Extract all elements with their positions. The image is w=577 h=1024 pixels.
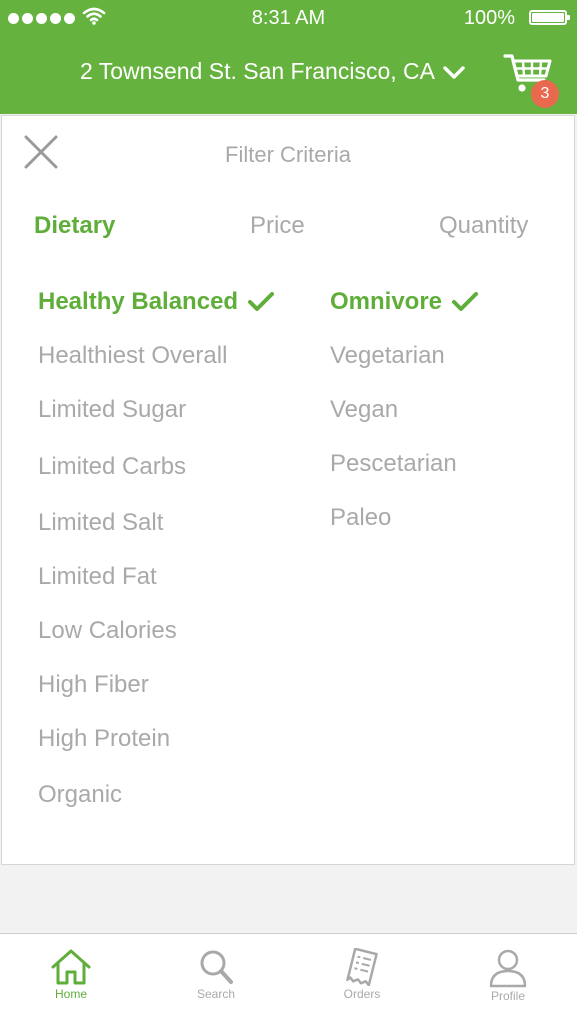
option-label: Limited Fat [38,563,157,590]
option-label: Limited Carbs [38,453,187,480]
option-label: Vegetarian [330,342,445,369]
home-icon [51,949,91,985]
option-label: Healthy Balanced [38,288,239,315]
search-icon [200,950,233,984]
chevron-down-icon [443,65,465,79]
option-label: High Fiber [38,671,149,698]
option-limited-fat[interactable]: Limited Fat [38,563,157,591]
battery-percent: 100% [463,7,515,29]
nav-home[interactable]: Home [31,948,111,1001]
option-label: Limited Salt [38,509,164,536]
option-vegetarian[interactable]: Vegetarian [330,342,445,370]
checkmark-icon [452,292,479,311]
filter-panel: Filter Criteria Dietary Price Quantity H… [1,115,575,865]
header: 2 Townsend St. San Francisco, CA 3 [0,36,577,114]
option-healthiest-overall[interactable]: Healthiest Overall [38,342,227,370]
battery-icon [529,10,570,25]
option-high-protein[interactable]: High Protein [38,725,170,753]
receipt-icon [346,948,378,986]
tab-price[interactable]: Price [250,212,305,240]
option-label: Pescetarian [330,450,457,477]
option-high-fiber[interactable]: High Fiber [38,671,149,699]
option-label: Paleo [330,504,392,531]
option-label: Omnivore [330,288,443,315]
option-vegan[interactable]: Vegan [330,396,398,424]
nav-profile[interactable]: Profile [468,948,548,1003]
checkmark-icon [248,292,275,311]
option-healthy-balanced[interactable]: Healthy Balanced [38,288,275,316]
delivery-address: 2 Townsend St. San Francisco, CA [80,58,435,84]
nav-label: Profile [490,989,525,1003]
option-limited-carbs[interactable]: Limited Carbs [38,453,186,481]
nav-orders[interactable]: Orders [322,948,402,1001]
tab-dietary[interactable]: Dietary [34,212,115,240]
nav-label: Orders [343,987,381,1001]
option-label: Limited Sugar [38,396,187,423]
option-label: Low Calories [38,617,177,644]
option-low-calories[interactable]: Low Calories [38,617,177,645]
option-limited-salt[interactable]: Limited Salt [38,509,163,537]
option-omnivore[interactable]: Omnivore [330,288,479,316]
option-organic[interactable]: Organic [38,781,122,809]
option-label: High Protein [38,725,171,752]
option-label: Organic [38,781,123,808]
option-limited-sugar[interactable]: Limited Sugar [38,396,186,424]
option-label: Healthiest Overall [38,342,228,369]
bottom-nav: Home Search Orders Profile [0,933,577,1024]
tab-quantity[interactable]: Quantity [439,212,528,240]
option-pescetarian[interactable]: Pescetarian [330,450,457,478]
option-paleo[interactable]: Paleo [330,504,391,532]
status-bar: 8:31 AM 100% [0,0,577,36]
profile-icon [489,949,527,988]
nav-label: Home [54,987,87,1001]
option-label: Vegan [330,396,399,423]
nav-search[interactable]: Search [176,948,256,1001]
cart-count-badge: 3 [531,80,559,108]
filter-title: Filter Criteria [225,142,351,167]
nav-label: Search [196,987,236,1001]
address-selector[interactable]: 2 Townsend St. San Francisco, CA [80,58,465,85]
